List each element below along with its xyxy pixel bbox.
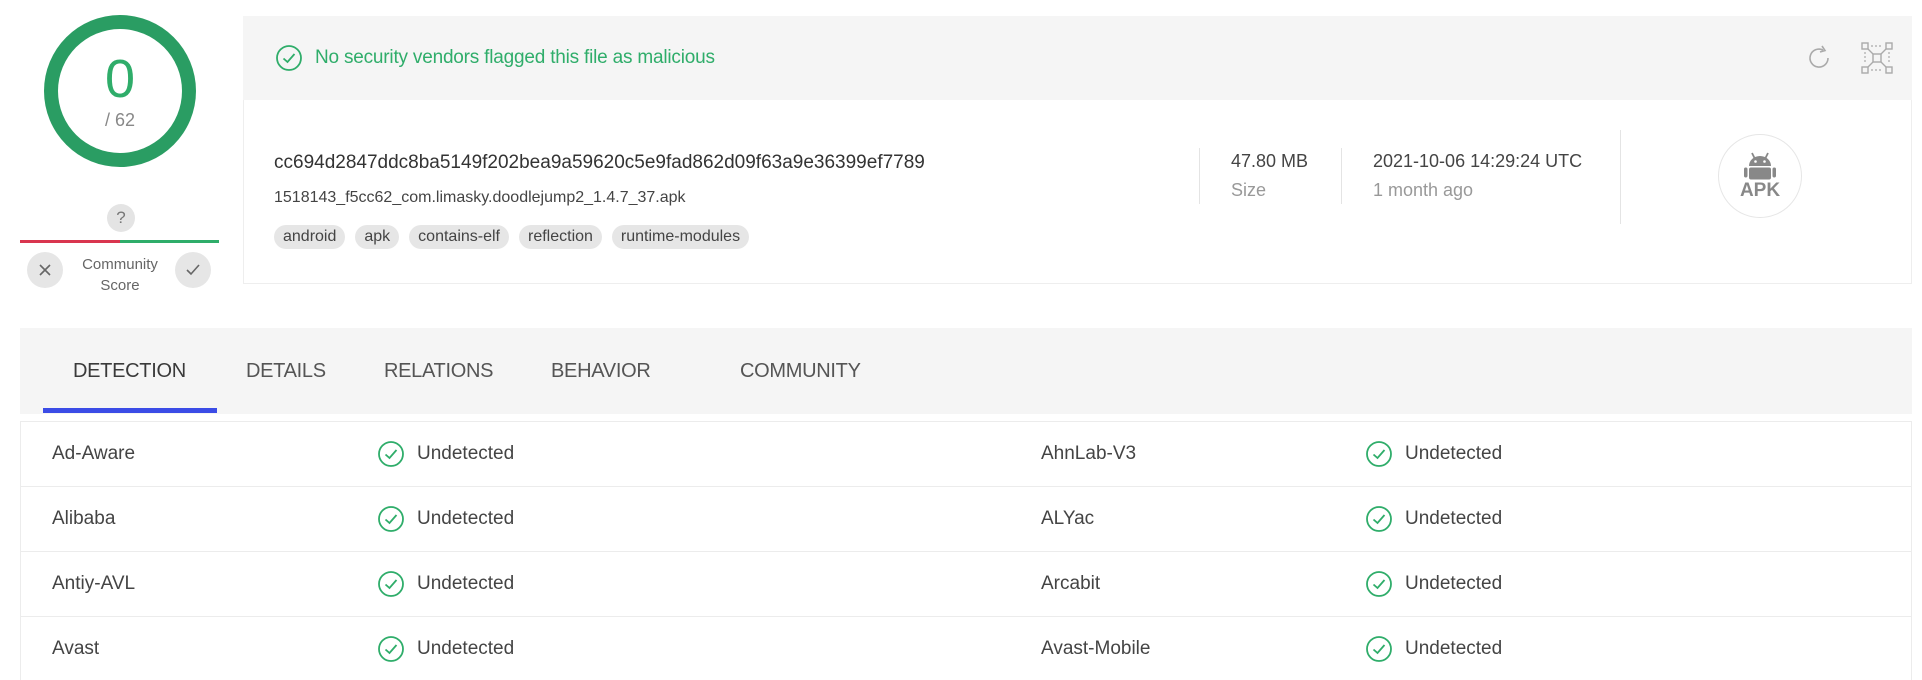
android-icon <box>1744 152 1776 180</box>
divider <box>1199 148 1200 204</box>
result-text: Undetected <box>417 573 515 594</box>
tab-relations[interactable]: RELATIONS <box>384 328 493 414</box>
file-size-value: 47.80 MB <box>1231 151 1309 171</box>
result-text: Undetected <box>417 443 515 464</box>
vendor-result: Undetected <box>377 552 514 616</box>
tab-behavior[interactable]: BEHAVIOR <box>551 328 651 414</box>
vendor-name: Alibaba <box>52 508 116 529</box>
tab-detection[interactable]: DETECTION <box>73 328 186 414</box>
community-score-label-line2: Score <box>100 277 140 294</box>
check-circle-icon <box>1366 571 1392 597</box>
check-circle-icon <box>378 441 404 467</box>
check-circle-icon <box>1366 506 1392 532</box>
file-hash[interactable]: cc694d2847ddc8ba5149f202bea9a59620c5e9fa… <box>274 152 925 174</box>
vendor-result: Undetected <box>377 422 514 486</box>
community-score-label-line1: Community <box>82 256 158 273</box>
tag-reflection[interactable]: reflection <box>519 225 602 249</box>
vendor-name: Avast <box>52 638 100 659</box>
check-circle-icon <box>1366 636 1392 662</box>
verdict-text: No security vendors flagged this file as… <box>315 47 715 68</box>
vendor-name: Avast-Mobile <box>1041 638 1151 659</box>
community-score-value: ? <box>107 204 135 232</box>
file-size-label: Size <box>1231 180 1267 200</box>
file-tags: android apk contains-elf reflection runt… <box>274 225 750 249</box>
tag-apk[interactable]: apk <box>355 225 400 249</box>
tag-runtime-modules[interactable]: runtime-modules <box>611 225 750 249</box>
detection-score-inner: 0 / 62 <box>58 29 182 153</box>
detection-count: 0 <box>104 48 136 109</box>
analysis-date-relative: 1 month ago <box>1373 180 1474 200</box>
vendor-name: ALYac <box>1041 508 1095 529</box>
table-row: Antiy-AVL Undetected Arcabit Undetected <box>21 552 1911 617</box>
vendor-name: Antiy-AVL <box>52 573 136 594</box>
file-type-label: APK <box>1739 180 1781 201</box>
tab-details[interactable]: DETAILS <box>246 328 326 414</box>
check-circle-icon <box>1366 441 1392 467</box>
vendor-result: Undetected <box>377 487 514 551</box>
detection-table: Ad-Aware Undetected AhnLab-V3 Undetected… <box>20 421 1912 680</box>
result-text: Undetected <box>1405 508 1503 529</box>
table-row: Alibaba Undetected ALYac Undetected <box>21 487 1911 552</box>
report-tabs: DETECTION DETAILS RELATIONS BEHAVIOR COM… <box>20 328 1912 414</box>
vendor-result: Undetected <box>1365 552 1502 616</box>
result-text: Undetected <box>1405 573 1503 594</box>
active-tab-indicator <box>43 408 217 413</box>
result-text: Undetected <box>417 638 515 659</box>
file-name: 1518143_f5cc62_com.limasky.doodlejump2_1… <box>274 189 686 206</box>
vendor-result: Undetected <box>1365 617 1502 680</box>
detection-score-ring: 0 / 62 <box>44 15 196 167</box>
vendor-result: Undetected <box>377 617 514 680</box>
result-text: Undetected <box>1405 638 1503 659</box>
divider <box>1620 130 1621 224</box>
vote-malicious-button[interactable] <box>27 252 63 288</box>
check-circle-icon <box>378 571 404 597</box>
check-circle-icon <box>276 45 302 71</box>
community-score-label: Community Score <box>70 254 170 296</box>
engine-total: / 62 <box>104 109 136 130</box>
table-row: Avast Undetected Avast-Mobile Undetected <box>21 617 1911 680</box>
vendor-name: Arcabit <box>1041 573 1101 594</box>
verdict-banner: No security vendors flagged this file as… <box>243 16 1912 100</box>
vote-harmless-button[interactable] <box>175 252 211 288</box>
community-score-bar-malicious <box>20 240 120 243</box>
tab-community[interactable]: COMMUNITY <box>740 328 861 414</box>
vendor-name: AhnLab-V3 <box>1041 443 1137 464</box>
check-icon <box>186 264 200 276</box>
result-text: Undetected <box>417 508 515 529</box>
check-circle-icon <box>378 506 404 532</box>
reload-icon[interactable] <box>1804 43 1834 73</box>
verdict-message: No security vendors flagged this file as… <box>275 16 715 100</box>
vendor-result: Undetected <box>1365 487 1502 551</box>
file-type-badge: APK <box>1718 134 1802 218</box>
graph-icon[interactable] <box>1860 41 1894 75</box>
vendor-name: Ad-Aware <box>52 443 136 464</box>
result-text: Undetected <box>1405 443 1503 464</box>
table-row: Ad-Aware Undetected AhnLab-V3 Undetected <box>21 422 1911 487</box>
file-info-card: cc694d2847ddc8ba5149f202bea9a59620c5e9fa… <box>243 100 1912 284</box>
banner-actions <box>1804 16 1912 100</box>
tag-android[interactable]: android <box>274 225 346 249</box>
close-icon <box>39 264 51 276</box>
check-circle-icon <box>378 636 404 662</box>
community-score-bar-harmless <box>120 240 219 243</box>
vendor-result: Undetected <box>1365 422 1502 486</box>
tag-contains-elf[interactable]: contains-elf <box>409 225 509 249</box>
analysis-date-value: 2021-10-06 14:29:24 UTC <box>1373 151 1583 171</box>
divider <box>1341 148 1342 204</box>
